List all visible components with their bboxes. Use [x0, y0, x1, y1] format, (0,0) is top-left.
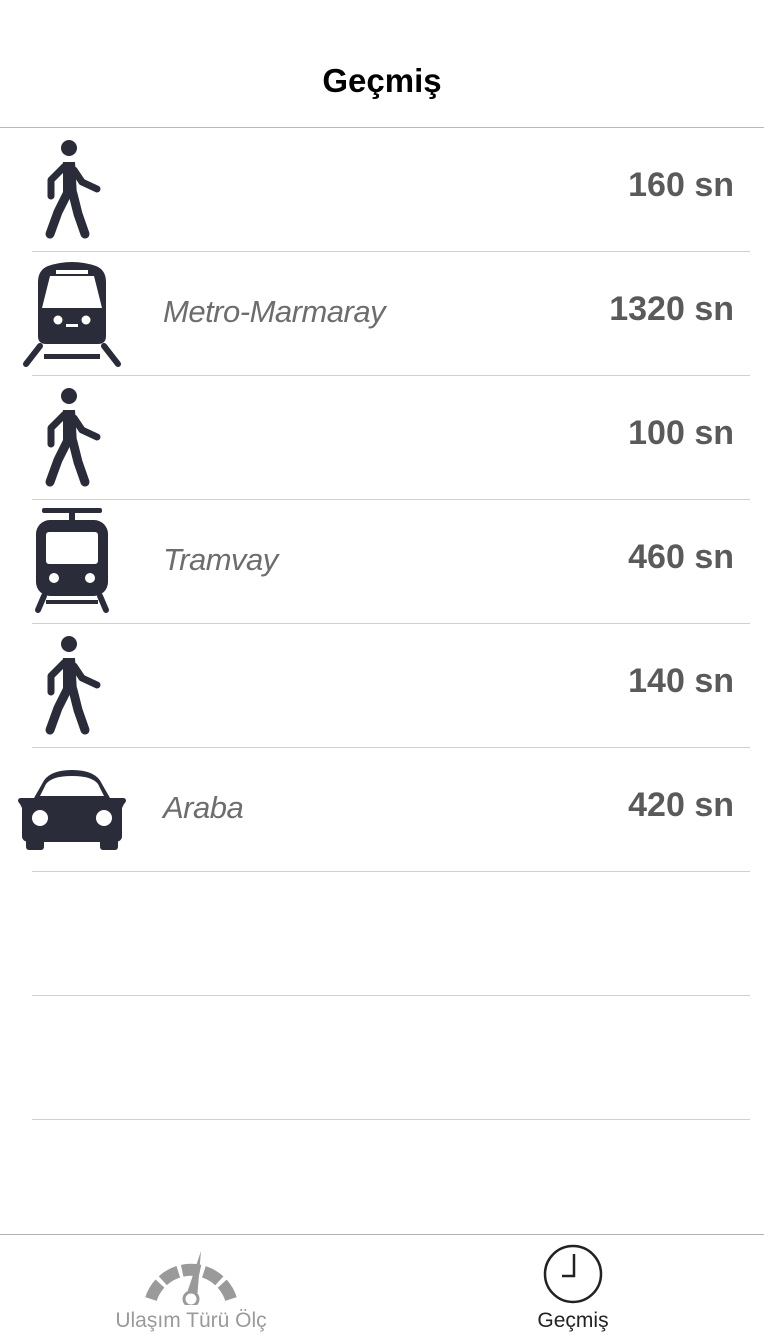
history-row[interactable]: 160 sn [0, 128, 764, 252]
duration-value: 100 sn [628, 414, 734, 452]
tab-label: Geçmiş [537, 1309, 609, 1332]
metro-train-icon [14, 258, 130, 368]
duration-value: 140 sn [628, 662, 734, 700]
duration-value: 1320 sn [609, 290, 734, 328]
walking-person-icon [14, 382, 130, 492]
page-title: Geçmiş [322, 62, 442, 99]
history-row[interactable]: Metro-Marmaray 1320 sn [0, 252, 764, 376]
history-row[interactable]: 140 sn [0, 624, 764, 748]
duration-value: 420 sn [628, 786, 734, 824]
empty-row [0, 872, 764, 996]
duration-value: 460 sn [628, 538, 734, 576]
tab-bar: Ulaşım Türü Ölç Geçmiş [0, 1234, 764, 1334]
transport-mode-label: Metro-Marmaray [163, 294, 386, 329]
empty-row [0, 996, 764, 1120]
clock-icon [541, 1241, 605, 1310]
tab-measure-transport[interactable]: Ulaşım Türü Ölç [0, 1235, 382, 1335]
transport-mode-label: Araba [163, 790, 244, 825]
navigation-bar: Geçmiş [0, 0, 764, 128]
empty-row [0, 1120, 764, 1244]
history-row[interactable]: Tramvay 460 sn [0, 500, 764, 624]
tram-icon [14, 506, 130, 616]
history-row[interactable]: 100 sn [0, 376, 764, 500]
speedometer-icon [139, 1241, 243, 1310]
car-icon [14, 754, 130, 864]
history-list: 160 sn Metro-Marmaray 1320 sn 100 sn Tra… [0, 128, 764, 1244]
tab-history[interactable]: Geçmiş [382, 1235, 764, 1335]
walking-person-icon [14, 134, 130, 244]
walking-person-icon [14, 630, 130, 740]
tab-label: Ulaşım Türü Ölç [115, 1309, 267, 1332]
history-row[interactable]: Araba 420 sn [0, 748, 764, 872]
transport-mode-label: Tramvay [163, 542, 278, 577]
duration-value: 160 sn [628, 166, 734, 204]
